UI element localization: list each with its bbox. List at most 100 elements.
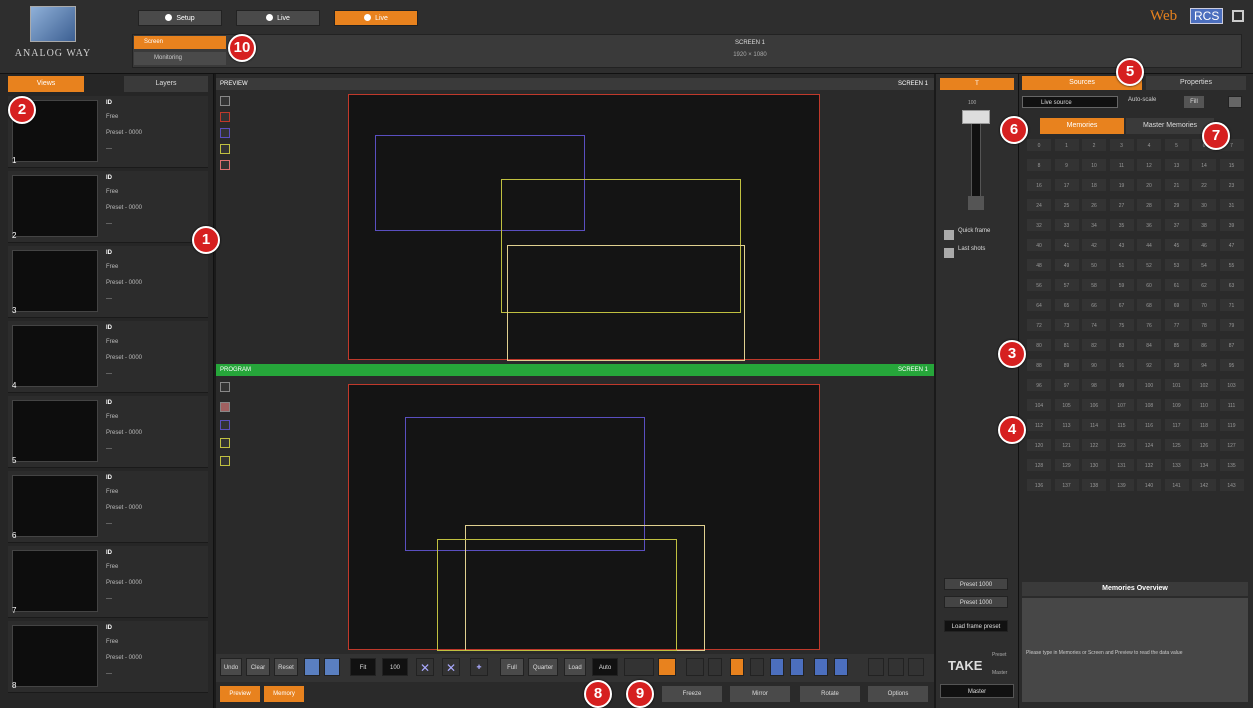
memory-cell[interactable]: 82 xyxy=(1081,338,1107,352)
memory-cell[interactable]: 73 xyxy=(1053,318,1080,332)
memory-cell[interactable]: 132 xyxy=(1136,458,1162,472)
memory-cell[interactable]: 88 xyxy=(1026,358,1052,372)
fit-select[interactable]: Fit xyxy=(350,658,376,676)
memory-cell[interactable]: 85 xyxy=(1163,338,1190,352)
memory-cell[interactable]: 51 xyxy=(1108,258,1135,272)
memory-cell[interactable]: 92 xyxy=(1136,358,1162,372)
layout2-icon[interactable] xyxy=(790,658,804,676)
tab-live-1[interactable]: Live xyxy=(236,10,320,26)
memory-cell[interactable]: 25 xyxy=(1053,198,1080,212)
memory-cell[interactable]: 2 xyxy=(1081,138,1107,152)
memory-cell[interactable]: 128 xyxy=(1026,458,1052,472)
layer-square[interactable] xyxy=(220,382,230,392)
memory-cell[interactable]: 107 xyxy=(1108,398,1135,412)
preset-item[interactable]: 5 ID Free Preset - 0000 --- xyxy=(8,396,208,468)
memory-cell[interactable]: 42 xyxy=(1081,238,1107,252)
memory-cell[interactable]: 129 xyxy=(1053,458,1080,472)
expand-icon[interactable]: ✕ xyxy=(442,658,460,676)
memory-cell[interactable]: 23 xyxy=(1218,178,1245,192)
memory-cell[interactable]: 86 xyxy=(1191,338,1217,352)
memory-cell[interactable]: 122 xyxy=(1081,438,1107,452)
snap-icon[interactable] xyxy=(658,658,676,676)
memory-cell[interactable]: 39 xyxy=(1218,218,1245,232)
screen-selector-active[interactable]: Screen xyxy=(134,36,226,49)
memory-cell[interactable]: 17 xyxy=(1053,178,1080,192)
memory-cell[interactable]: 131 xyxy=(1108,458,1135,472)
transition-fader[interactable] xyxy=(971,122,981,202)
take-master-button[interactable]: Master xyxy=(940,684,1014,698)
memory-cell[interactable]: 68 xyxy=(1136,298,1162,312)
tab-live-2[interactable]: Live xyxy=(334,10,418,26)
memory-cell[interactable]: 71 xyxy=(1218,298,1245,312)
memory-cell[interactable]: 13 xyxy=(1163,158,1190,172)
layer-window[interactable] xyxy=(507,245,745,361)
memory-cell[interactable]: 4 xyxy=(1136,138,1162,152)
options-button[interactable]: Options xyxy=(868,686,928,702)
cross-icon[interactable]: ✕ xyxy=(416,658,434,676)
memory-cell[interactable]: 8 xyxy=(1026,158,1052,172)
memory-cell[interactable]: 44 xyxy=(1136,238,1162,252)
memory-cell[interactable]: 125 xyxy=(1163,438,1190,452)
magnet-icon[interactable] xyxy=(686,658,704,676)
memory-cell[interactable]: 30 xyxy=(1191,198,1217,212)
memory-cell[interactable]: 111 xyxy=(1218,398,1245,412)
memory-cell[interactable]: 133 xyxy=(1163,458,1190,472)
screen-selector-monitoring[interactable]: Monitoring xyxy=(134,52,226,65)
memory-button[interactable]: Memory xyxy=(264,686,304,702)
memory-cell[interactable]: 87 xyxy=(1218,338,1245,352)
memory-cell[interactable]: 102 xyxy=(1191,378,1217,392)
tab-master-memories[interactable]: Master Memories xyxy=(1126,118,1214,134)
memory-cell[interactable]: 78 xyxy=(1191,318,1217,332)
zoom-in-icon[interactable] xyxy=(304,658,320,676)
memory-cell[interactable]: 50 xyxy=(1081,258,1107,272)
memory-cell[interactable]: 24 xyxy=(1026,198,1052,212)
memory-cell[interactable]: 53 xyxy=(1163,258,1190,272)
grid-toggle-icon[interactable] xyxy=(1228,96,1242,108)
layout4-icon[interactable] xyxy=(834,658,848,676)
preset-button-2[interactable]: Preset 1000 xyxy=(944,596,1008,608)
layer-window[interactable] xyxy=(437,539,677,651)
memory-cell[interactable]: 63 xyxy=(1218,278,1245,292)
memory-cell[interactable]: 20 xyxy=(1136,178,1162,192)
memory-cell[interactable]: 93 xyxy=(1163,358,1190,372)
preset-item[interactable]: 2 ID Free Preset - 0000 --- xyxy=(8,171,208,243)
memory-cell[interactable]: 3 xyxy=(1108,138,1135,152)
memory-cell[interactable]: 104 xyxy=(1026,398,1052,412)
memory-cell[interactable]: 34 xyxy=(1081,218,1107,232)
memory-cell[interactable]: 81 xyxy=(1053,338,1080,352)
memory-cell[interactable]: 123 xyxy=(1108,438,1135,452)
memory-cell[interactable]: 52 xyxy=(1136,258,1162,272)
memory-cell[interactable]: 65 xyxy=(1053,298,1080,312)
memory-cell[interactable]: 70 xyxy=(1191,298,1217,312)
memory-cell[interactable]: 12 xyxy=(1136,158,1162,172)
memory-cell[interactable]: 19 xyxy=(1108,178,1135,192)
memory-cell[interactable]: 99 xyxy=(1108,378,1135,392)
rotate-icon[interactable] xyxy=(868,658,884,676)
tab-memories[interactable]: Memories xyxy=(1040,118,1124,134)
memory-cell[interactable]: 45 xyxy=(1163,238,1190,252)
load-button[interactable]: Load xyxy=(564,658,586,676)
layer-square[interactable] xyxy=(220,420,230,430)
memory-cell[interactable]: 15 xyxy=(1218,158,1245,172)
memory-cell[interactable]: 67 xyxy=(1108,298,1135,312)
memory-cell[interactable]: 26 xyxy=(1081,198,1107,212)
preset-item[interactable]: 7 ID Free Preset - 0000 --- xyxy=(8,546,208,618)
memory-cell[interactable]: 40 xyxy=(1026,238,1052,252)
preset-item[interactable]: 8 ID Free Preset - 0000 --- xyxy=(8,621,208,693)
preview-canvas[interactable] xyxy=(348,94,820,361)
memory-cell[interactable]: 75 xyxy=(1108,318,1135,332)
memory-cell[interactable]: 18 xyxy=(1081,178,1107,192)
memory-cell[interactable]: 80 xyxy=(1026,338,1052,352)
memory-cell[interactable]: 97 xyxy=(1053,378,1080,392)
memory-cell[interactable]: 33 xyxy=(1053,218,1080,232)
memory-cell[interactable]: 84 xyxy=(1136,338,1162,352)
memory-cell[interactable]: 0 xyxy=(1026,138,1052,152)
memory-cell[interactable]: 41 xyxy=(1053,238,1080,252)
memory-cell[interactable]: 49 xyxy=(1053,258,1080,272)
tab-views[interactable]: Views xyxy=(8,76,84,92)
layout3-icon[interactable] xyxy=(814,658,828,676)
memory-cell[interactable]: 55 xyxy=(1218,258,1245,272)
memory-cell[interactable]: 9 xyxy=(1053,158,1080,172)
reset-button[interactable]: Reset xyxy=(274,658,298,676)
memory-cell[interactable]: 60 xyxy=(1136,278,1162,292)
